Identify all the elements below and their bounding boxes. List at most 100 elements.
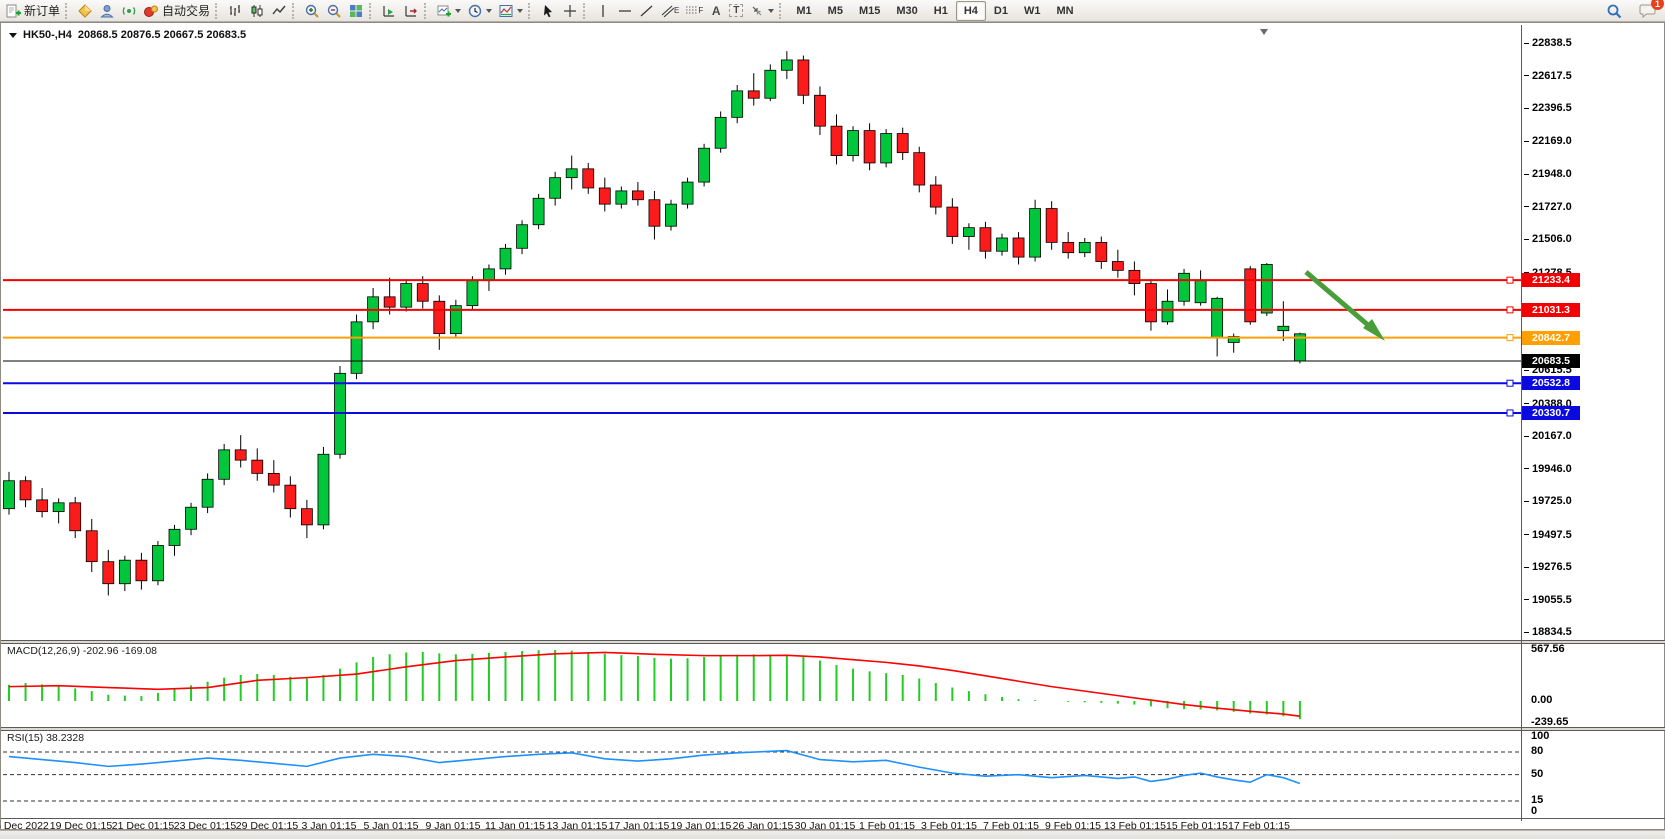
indicators-icon <box>436 3 452 19</box>
timeframe-button-w1[interactable]: W1 <box>1016 1 1049 21</box>
horizontal-line-object[interactable] <box>3 410 1521 416</box>
timeframe-button-m1[interactable]: M1 <box>788 1 819 21</box>
signals-button[interactable] <box>118 1 140 21</box>
panel-divider[interactable] <box>1 643 1665 644</box>
timeframe-button-d1[interactable]: D1 <box>986 1 1016 21</box>
new-order-icon <box>5 3 21 19</box>
text-tool-button[interactable]: A <box>706 1 726 21</box>
line-chart-icon <box>271 3 287 19</box>
dropdown-caret <box>486 9 492 13</box>
rsi-line <box>9 751 1300 784</box>
price-axis-tick: 22617.5 <box>1524 70 1572 82</box>
timeframe-button-h4[interactable]: H4 <box>956 1 986 21</box>
cursor-tool-button[interactable] <box>537 1 559 21</box>
fibonacci-tool-button[interactable]: F <box>682 1 706 21</box>
bar-chart-icon <box>227 3 243 19</box>
macd-axis-tick: 567.56 <box>1531 643 1565 655</box>
chart-ohlc-values: 20868.5 20876.5 20667.5 20683.5 <box>78 29 246 41</box>
timeframe-button-m5[interactable]: M5 <box>820 1 851 21</box>
candlestick-series <box>4 51 1306 595</box>
new-order-button[interactable]: 新订单 <box>2 1 63 21</box>
price-axis-tick: 20167.0 <box>1524 430 1572 442</box>
text-label-tool-button[interactable]: T <box>726 1 746 21</box>
zoom-out-icon <box>326 3 342 19</box>
line-price-label: 20842.7 <box>1522 331 1580 345</box>
timeframe-button-h1[interactable]: H1 <box>926 1 956 21</box>
price-axis-border <box>1521 25 1522 821</box>
price-axis-tick: 19725.0 <box>1524 495 1572 507</box>
cursor-icon <box>540 3 556 19</box>
dropdown-caret <box>455 9 461 13</box>
rsi-axis-tick: 50 <box>1531 768 1543 780</box>
zoom-out-button[interactable] <box>323 1 345 21</box>
chart-window: HK50-,H4 20868.5 20876.5 20667.5 20683.5… <box>0 22 1665 830</box>
rsi-axis-tick: 0 <box>1531 805 1537 817</box>
toolbar-right-group: 1 <box>1603 0 1659 22</box>
rsi-label: RSI(15) 38.2328 <box>7 732 84 744</box>
price-axis-tick: 21948.0 <box>1524 168 1572 180</box>
collapse-chart-icon[interactable] <box>9 33 17 38</box>
auto-scroll-icon <box>381 3 397 19</box>
chart-shift-marker[interactable] <box>1260 29 1268 35</box>
arrows-shapes-icon <box>749 3 765 19</box>
timeframe-button-m15[interactable]: M15 <box>851 1 888 21</box>
horizontal-line-tool-button[interactable] <box>614 1 636 21</box>
arrow-object[interactable] <box>1306 272 1385 341</box>
rsi-indicator <box>3 751 1521 801</box>
metaeditor-diamond-icon <box>77 3 93 19</box>
line-price-label: 20532.8 <box>1522 376 1580 390</box>
auto-scroll-button[interactable] <box>378 1 400 21</box>
toolbar-separator <box>215 3 222 19</box>
bar-chart-mode-button[interactable] <box>224 1 246 21</box>
metaeditor-button[interactable] <box>74 1 96 21</box>
line-chart-mode-button[interactable] <box>268 1 290 21</box>
tile-windows-icon <box>348 3 364 19</box>
templates-icon <box>498 3 514 19</box>
search-button[interactable] <box>1603 1 1626 21</box>
toolbar-separator <box>65 3 72 19</box>
channel-tool-button[interactable]: E <box>658 1 682 21</box>
new-order-label: 新订单 <box>24 2 60 19</box>
line-price-label: 21233.4 <box>1522 273 1580 287</box>
candlestick-mode-button[interactable] <box>246 1 268 21</box>
panel-divider[interactable] <box>1 730 1665 731</box>
price-axis-tick: 22396.5 <box>1524 102 1572 114</box>
horizontal-line-object[interactable] <box>3 380 1521 386</box>
macd-indicator <box>9 650 1300 719</box>
horizontal-line-object[interactable] <box>3 277 1521 283</box>
autotrading-button[interactable]: 自动交易 <box>140 1 213 21</box>
templates-button[interactable] <box>495 1 526 21</box>
zoom-in-icon <box>304 3 320 19</box>
toolbar-separator <box>528 3 535 19</box>
horizontal-line-object[interactable] <box>3 307 1521 313</box>
community-profile-button[interactable] <box>96 1 118 21</box>
periods-button[interactable] <box>464 1 495 21</box>
trendline-tool-button[interactable] <box>636 1 658 21</box>
timeframe-group: M1M5M15M30H1H4D1W1MN <box>788 1 1081 21</box>
vertical-line-tool-button[interactable] <box>592 1 614 21</box>
horizontal-line-object[interactable] <box>3 335 1521 341</box>
main-toolbar: 新订单 自动交易 <box>0 0 1665 22</box>
channel-glyph: E <box>674 6 679 15</box>
crosshair-tool-button[interactable] <box>559 1 581 21</box>
chart-shift-button[interactable] <box>400 1 422 21</box>
horizontal-line-icon <box>617 3 633 19</box>
crosshair-icon <box>562 3 578 19</box>
indicators-button[interactable] <box>433 1 464 21</box>
price-chart-canvas[interactable] <box>1 23 1665 831</box>
zoom-in-button[interactable] <box>301 1 323 21</box>
line-price-label: 21031.3 <box>1522 303 1580 317</box>
timeframe-button-m30[interactable]: M30 <box>888 1 925 21</box>
arrows-tool-button[interactable] <box>746 1 777 21</box>
notifications-button[interactable]: 1 <box>1636 1 1659 21</box>
macd-axis-tick: 0.00 <box>1531 694 1552 706</box>
tile-windows-button[interactable] <box>345 1 367 21</box>
line-price-label: 20330.7 <box>1522 406 1580 420</box>
toolbar-separator <box>369 3 376 19</box>
timeframe-button-mn[interactable]: MN <box>1048 1 1081 21</box>
toolbar-separator <box>292 3 299 19</box>
toolbar-separator <box>583 3 590 19</box>
current-price-label: 20683.5 <box>1522 354 1580 368</box>
rsi-axis-tick: 15 <box>1531 794 1543 806</box>
candlestick-icon <box>249 3 265 19</box>
